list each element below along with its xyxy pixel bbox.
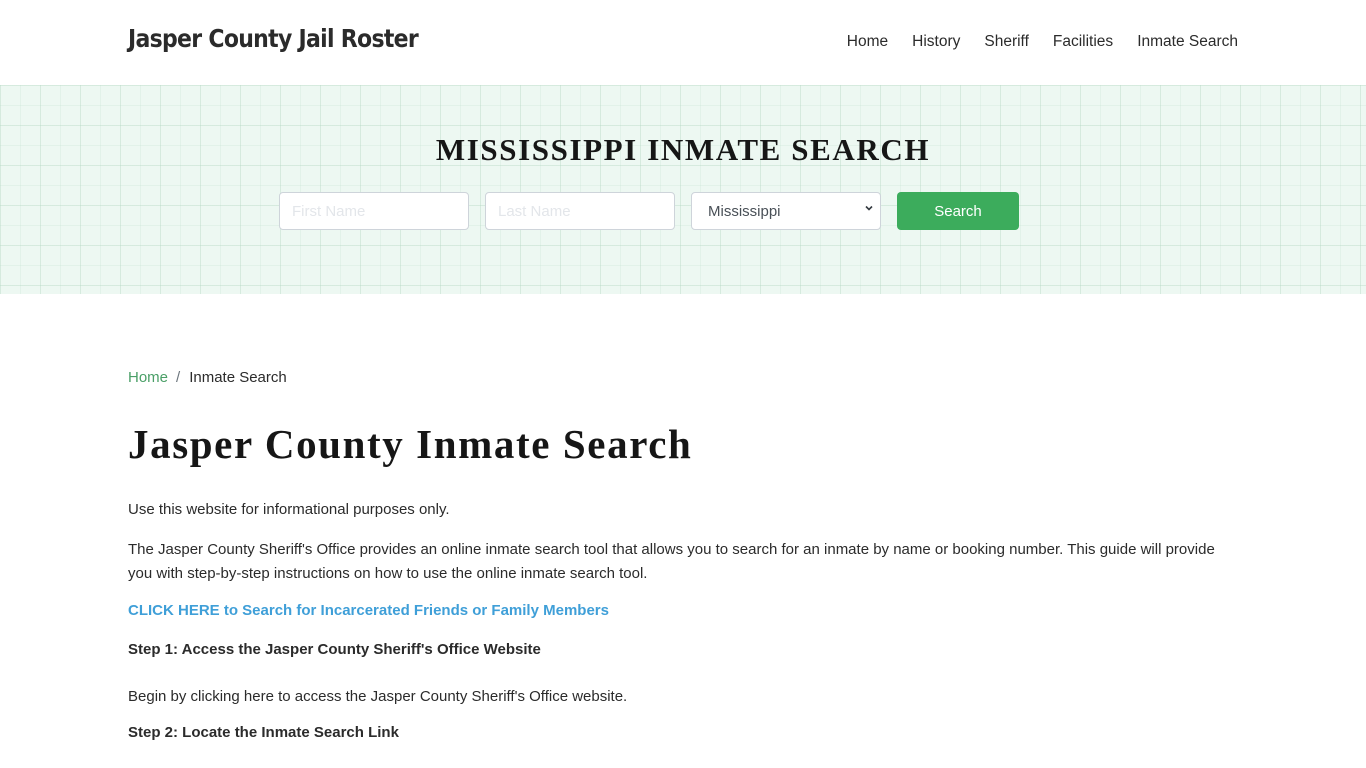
breadcrumb-separator: /	[176, 369, 181, 386]
nav-facilities[interactable]: Facilities	[1053, 33, 1113, 51]
nav-home[interactable]: Home	[847, 33, 888, 51]
nav-inmate-search[interactable]: Inmate Search	[1137, 33, 1238, 51]
state-select[interactable]: Mississippi	[691, 192, 881, 230]
inmate-search-form: Mississippi Search	[279, 192, 1019, 230]
first-name-input[interactable]	[279, 192, 469, 230]
step-2-heading: Step 2: Locate the Inmate Search Link	[128, 724, 399, 741]
breadcrumb-current: Inmate Search	[189, 369, 287, 386]
site-brand-link[interactable]: Jasper County Jail Roster	[128, 24, 419, 53]
breadcrumb-home-link[interactable]: Home	[128, 369, 168, 386]
search-incarcerated-link[interactable]: CLICK HERE to Search for Incarcerated Fr…	[128, 602, 609, 619]
step-1-text: Begin by clicking here to access the Jas…	[128, 688, 628, 705]
search-button[interactable]: Search	[897, 192, 1019, 230]
intro-text: Use this website for informational purpo…	[128, 501, 450, 518]
site-header: Jasper County Jail Roster Home History S…	[0, 0, 1366, 85]
hero-title: MISSISSIPPI INMATE SEARCH	[435, 132, 931, 167]
description-text: The Jasper County Sheriff's Office provi…	[128, 541, 1215, 582]
page-title: Jasper County Inmate Search	[128, 421, 693, 467]
last-name-input[interactable]	[485, 192, 675, 230]
nav-sheriff[interactable]: Sheriff	[984, 33, 1029, 51]
breadcrumb: Home / Inmate Search	[128, 369, 287, 386]
hero-search-section: MISSISSIPPI INMATE SEARCH Mississippi Se…	[0, 85, 1366, 294]
step-1-heading: Step 1: Access the Jasper County Sheriff…	[128, 641, 541, 658]
nav-history[interactable]: History	[912, 33, 960, 51]
state-select-wrapper: Mississippi	[691, 192, 881, 230]
main-nav: Home History Sheriff Facilities Inmate S…	[847, 33, 1238, 51]
